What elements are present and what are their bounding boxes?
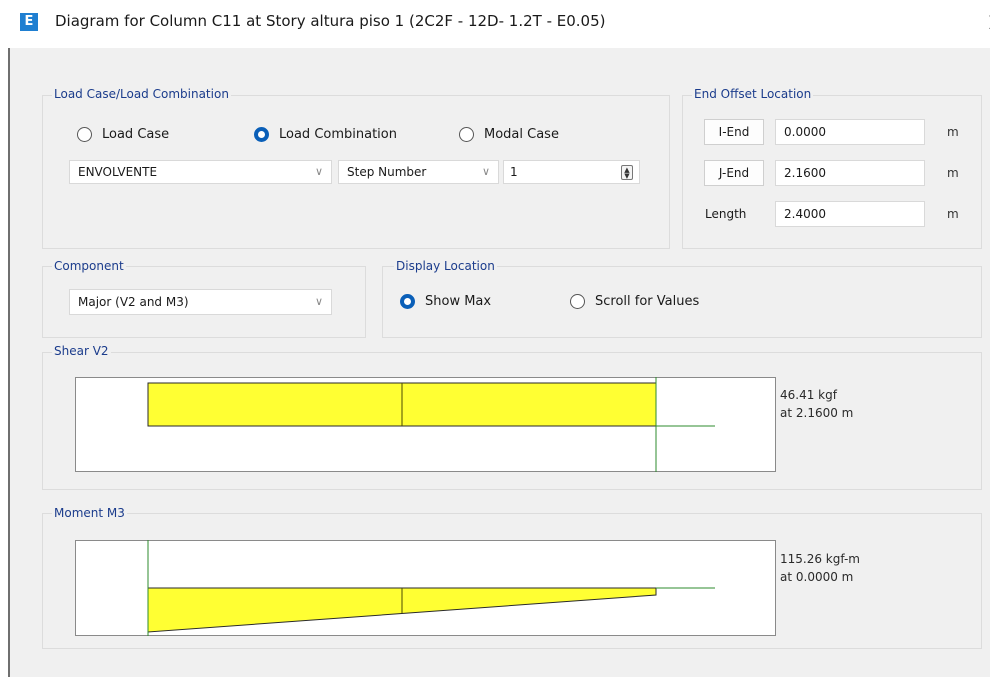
window-title: Diagram for Column C11 at Story altura p… xyxy=(55,12,606,30)
shear-v2-group-label: Shear V2 xyxy=(52,344,111,358)
moment-m3-group-label: Moment M3 xyxy=(52,506,127,520)
component-group-label: Component xyxy=(52,259,126,273)
radio-scroll-for-values[interactable]: Scroll for Values xyxy=(570,294,699,309)
j-end-unit: m xyxy=(947,166,959,180)
moment-max-value: 115.26 kgf-m at 0.0000 m xyxy=(780,550,860,586)
load-case-group-label: Load Case/Load Combination xyxy=(52,87,231,101)
radio-show-max-dot[interactable] xyxy=(400,294,415,309)
chevron-down-icon: ∨ xyxy=(314,295,323,308)
shear-max-value-line2: at 2.1600 m xyxy=(780,406,854,420)
radio-scroll-for-values-label: Scroll for Values xyxy=(595,294,700,309)
j-end-field[interactable]: 2.1600 xyxy=(775,160,925,186)
step-select[interactable]: Step Number ∨ xyxy=(338,160,499,184)
display-location-group-label: Display Location xyxy=(394,259,497,273)
radio-load-case-label: Load Case xyxy=(102,127,170,142)
radio-modal-case[interactable]: Modal Case xyxy=(459,127,559,142)
title-bar: E Diagram for Column C11 at Story altura… xyxy=(8,0,990,48)
radio-scroll-for-values-dot[interactable] xyxy=(570,294,585,309)
length-unit: m xyxy=(947,207,959,221)
length-label: Length xyxy=(705,207,747,221)
i-end-unit: m xyxy=(947,125,959,139)
step-number-spinner[interactable]: 1 ▲ ▼ xyxy=(503,160,640,184)
shear-max-value: 46.41 kgf at 2.1600 m xyxy=(780,386,853,422)
i-end-field[interactable]: 0.0000 xyxy=(775,119,925,145)
radio-load-combination[interactable]: Load Combination xyxy=(254,127,397,142)
end-offset-group-label: End Offset Location xyxy=(692,87,814,101)
load-combination-select[interactable]: ENVOLVENTE ∨ xyxy=(69,160,332,184)
load-combination-value: ENVOLVENTE xyxy=(78,165,158,179)
j-end-button[interactable]: J-End xyxy=(704,160,764,186)
shear-max-value-line1: 46.41 kgf xyxy=(780,388,837,402)
i-end-button[interactable]: I-End xyxy=(704,119,764,145)
chevron-down-icon: ∨ xyxy=(314,165,323,178)
shear-diagram xyxy=(147,377,715,472)
moment-max-value-line1: 115.26 kgf-m xyxy=(780,552,860,566)
app-icon: E xyxy=(20,13,38,31)
radio-load-combination-dot[interactable] xyxy=(254,127,269,142)
chevron-down-icon: ∨ xyxy=(481,165,490,178)
moment-diagram xyxy=(147,540,715,636)
moment-max-value-line2: at 0.0000 m xyxy=(780,570,854,584)
radio-load-case-dot[interactable] xyxy=(77,127,92,142)
length-field: 2.4000 xyxy=(775,201,925,227)
component-select[interactable]: Major (V2 and M3) ∨ xyxy=(69,289,332,315)
step-select-value: Step Number xyxy=(347,165,427,179)
step-number-value: 1 xyxy=(510,165,518,179)
spinner-up-down-icon[interactable]: ▲ ▼ xyxy=(621,165,633,180)
radio-load-combination-label: Load Combination xyxy=(279,127,397,142)
radio-show-max-label: Show Max xyxy=(425,294,492,309)
radio-modal-case-dot[interactable] xyxy=(459,127,474,142)
radio-show-max[interactable]: Show Max xyxy=(400,294,491,309)
radio-load-case[interactable]: Load Case xyxy=(77,127,169,142)
radio-modal-case-label: Modal Case xyxy=(484,127,559,142)
component-select-value: Major (V2 and M3) xyxy=(78,295,189,309)
